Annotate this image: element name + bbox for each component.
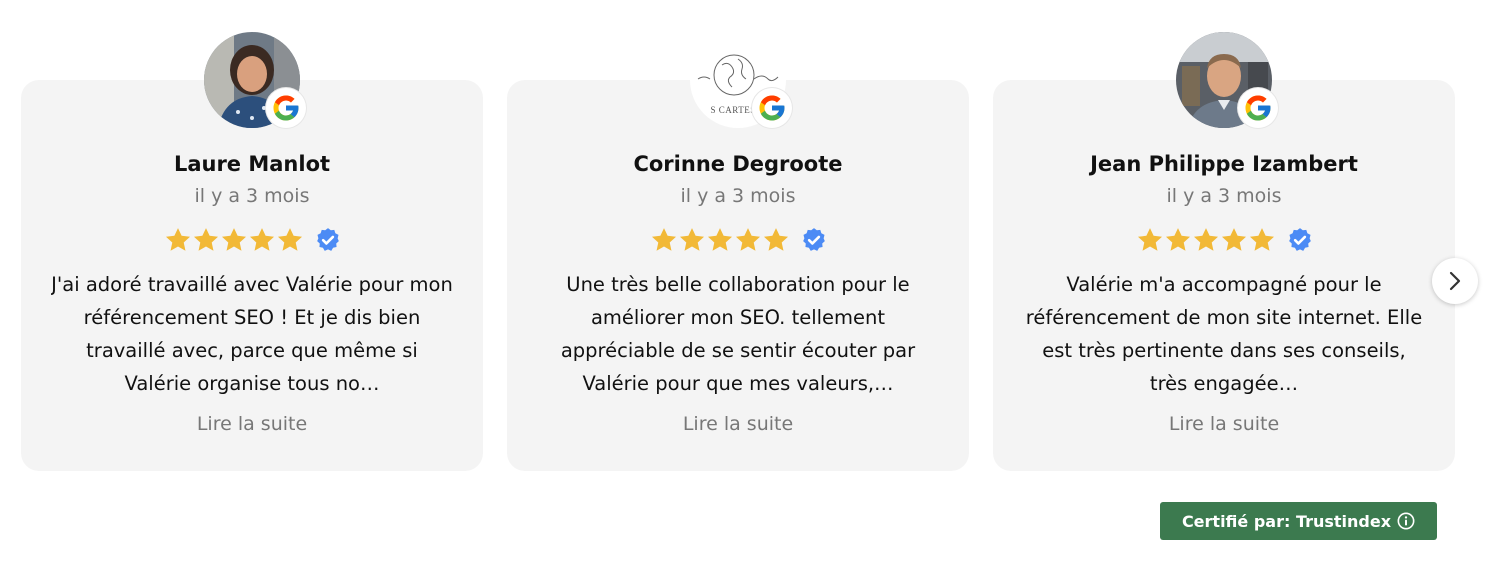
star-icon [277,228,302,251]
read-more-link[interactable]: Lire la suite [993,413,1455,435]
review-card: Jean Philippe Izambert il y a 3 mois Val… [993,32,1455,471]
reviewer-avatar-wrap [1176,32,1278,128]
star-rating [993,226,1455,254]
star-icon [651,228,676,251]
review-date: il y a 3 mois [194,185,310,207]
chevron-right-icon [1449,271,1461,291]
stars [164,226,304,254]
review-date: il y a 3 mois [1166,185,1282,207]
star-icon [679,228,704,251]
star-icon [193,228,218,251]
review-date: il y a 3 mois [680,185,796,207]
reviewer-avatar-wrap: S CARTES D [690,32,792,128]
google-g-icon [1238,88,1278,128]
review-text: Valérie m'a accompagné pour le référence… [1025,273,1423,395]
reviewer-name: Laure Manlot [173,152,331,176]
star-rating [21,226,483,254]
star-icon [735,228,760,251]
star-icon [1165,228,1190,251]
star-icon [1193,228,1218,251]
review-card: S CARTES D Corinne Degroote il y a 3 moi… [507,32,969,471]
info-icon [1397,512,1415,530]
reviewer-name: Corinne Degroote [633,152,843,176]
google-g-icon [266,88,306,128]
review-card: Laure Manlot il y a 3 mois J'ai adoré tr… [21,32,483,471]
carousel-next-button[interactable] [1432,258,1478,304]
reviewer-name: Jean Philippe Izambert [1090,152,1358,176]
verified-icon [802,228,825,251]
star-icon [1249,228,1274,251]
stars [650,226,790,254]
star-icon [165,228,190,251]
read-more-link[interactable]: Lire la suite [507,413,969,435]
star-icon [707,228,732,251]
read-more-link[interactable]: Lire la suite [21,413,483,435]
star-icon [1137,228,1162,251]
star-icon [1221,228,1246,251]
verified-icon [316,228,339,251]
review-text: Une très belle collaboration pour le amé… [560,273,916,395]
star-icon [249,228,274,251]
trustindex-certified-badge[interactable]: Certifié par: Trustindex [1160,502,1437,540]
stars [1136,226,1276,254]
verified-icon [1288,228,1311,251]
reviewer-avatar-wrap [204,32,306,128]
google-g-icon [752,88,792,128]
certified-label: Certifié par: Trustindex [1181,511,1392,531]
star-rating [507,226,969,254]
review-text: J'ai adoré travaillé avec Valérie pour m… [51,273,453,395]
star-icon [763,228,788,251]
star-icon [221,228,246,251]
reviews-carousel: Laure Manlot il y a 3 mois J'ai adoré tr… [0,0,1500,562]
